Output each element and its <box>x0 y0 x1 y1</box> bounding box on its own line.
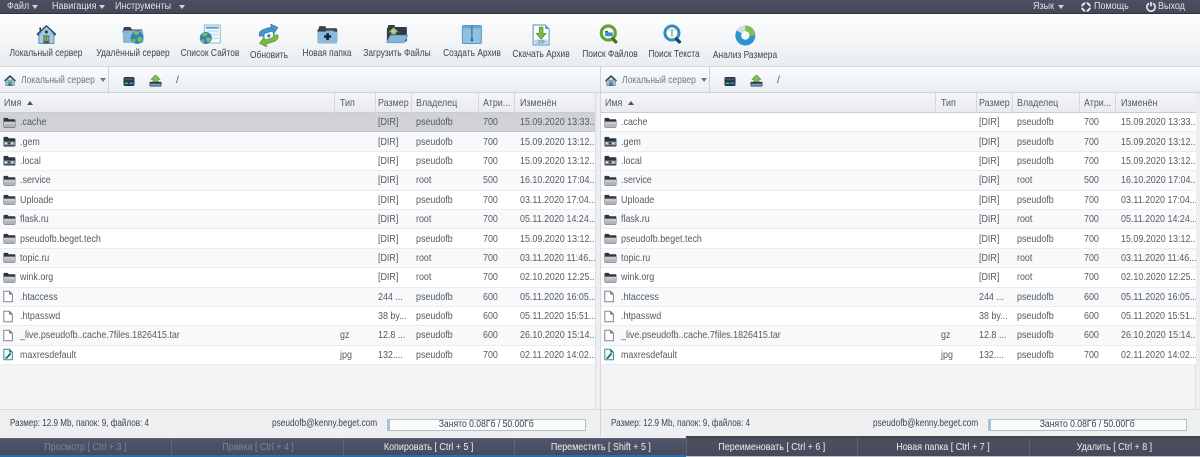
svg-text:ZIP: ZIP <box>537 39 544 44</box>
svg-text:T: T <box>669 29 676 40</box>
